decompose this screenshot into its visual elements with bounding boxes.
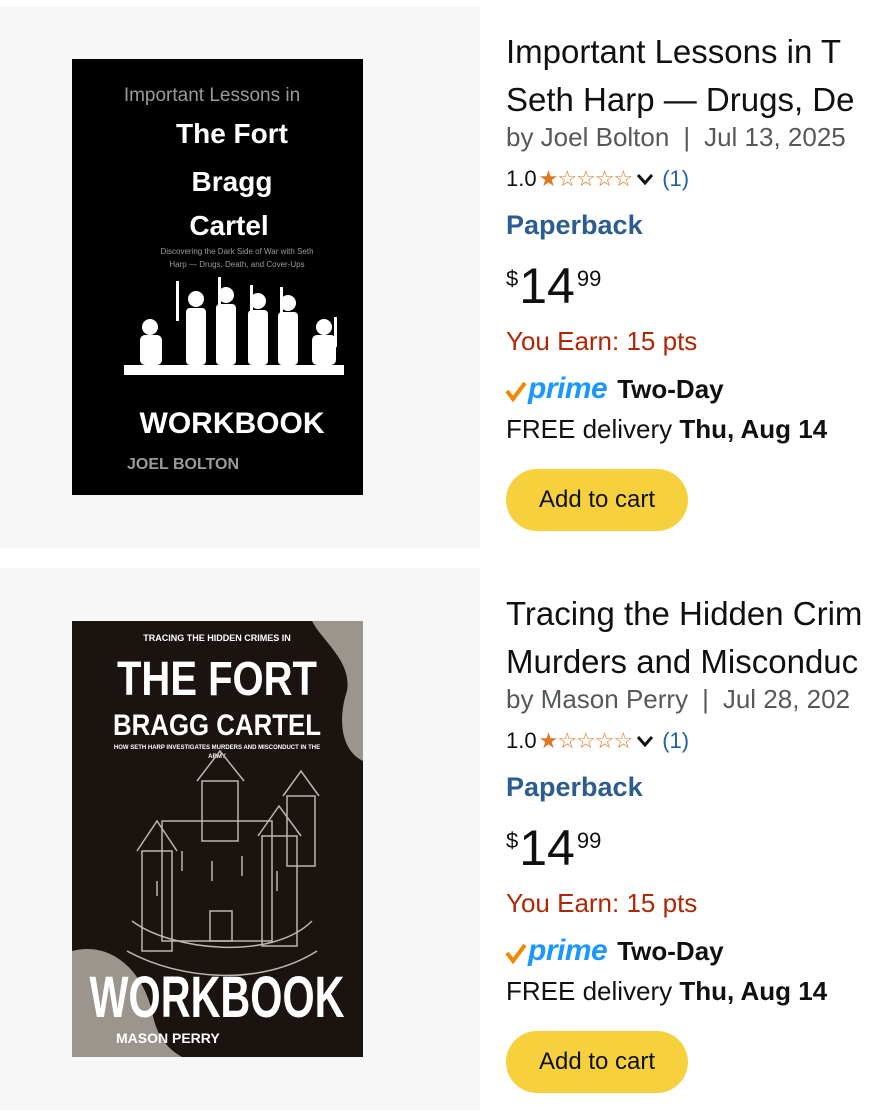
delivery-date: Thu, Aug 14 [679,414,828,444]
author-text: by Joel Bolton [506,122,670,152]
title-line-1[interactable]: Important Lessons in T [506,28,878,76]
rating-value: 1.0 [506,728,537,753]
product-info-pane: Important Lessons in T Seth Harp — Drugs… [480,6,878,548]
review-count-link[interactable]: (1) [662,166,689,192]
author-text: by Mason Perry [506,684,689,714]
chevron-down-icon[interactable] [634,168,656,190]
delivery-prefix: FREE delivery [506,976,673,1006]
star-rating-icon[interactable]: ★☆☆☆☆ [539,166,634,192]
prime-check-icon [505,943,527,965]
book-cover-image[interactable]: TRACING THE HIDDEN CRIMES IN THE FORT BR… [72,621,363,1057]
delivery-info: FREE delivery Thu, Aug 14 [506,976,827,1007]
product-card: Important Lessons in The Fort Bragg Cart… [0,6,878,548]
price-whole: 14 [519,258,575,314]
cover-top-line: TRACING THE HIDDEN CRIMES IN [143,633,291,643]
prime-logo: prime [528,934,608,967]
price-whole: 14 [519,820,575,876]
points-earned: You Earn: 15 pts [506,888,698,918]
product-info-pane: Tracing the Hidden Crim Murders and Misc… [480,568,878,1110]
prime-check-icon [505,381,527,403]
prime-logo: prime [528,372,608,405]
product-image-pane[interactable]: Important Lessons in The Fort Bragg Cart… [0,6,480,548]
cover-title-line-2: Bragg [192,166,273,197]
cover-subtitle-line-2: Harp — Drugs, Death, and Cover-Ups [169,260,304,269]
points-earned: You Earn: 15 pts [506,326,698,356]
byline: by Mason Perry | Jul 28, 202 [506,684,850,715]
price[interactable]: $ 14 99 [506,818,601,878]
rating-row[interactable]: 1.0 ★☆☆☆☆ (1) [506,166,689,192]
byline-separator: | [702,684,709,714]
price-fraction: 99 [576,828,602,853]
rating-row[interactable]: 1.0 ★☆☆☆☆ (1) [506,728,689,754]
title-line-2[interactable]: Seth Harp — Drugs, De [506,76,878,124]
cover-title-line-3: Cartel [189,210,268,241]
cover-author: JOEL BOLTON [127,456,239,473]
delivery-date: Thu, Aug 14 [679,976,828,1006]
cover-subtitle-line-1: HOW SETH HARP INVESTIGATES MURDERS AND M… [114,745,320,751]
product-title[interactable]: Important Lessons in T Seth Harp — Drugs… [506,28,878,124]
cover-workbook: WORKBOOK [90,965,345,1030]
delivery-prefix: FREE delivery [506,414,673,444]
cover-top-line: Important Lessons in [124,85,300,106]
cover-subtitle-line-1: Discovering the Dark Side of War with Se… [160,247,313,256]
chevron-down-icon[interactable] [634,730,656,752]
prime-badge: prime Two-Day [504,372,724,406]
delivery-info: FREE delivery Thu, Aug 14 [506,414,827,445]
publish-date: Jul 28, 202 [722,684,851,714]
prime-speed: Two-Day [617,373,724,404]
cover-title-line-1: THE FORT [117,653,317,706]
book-cover-image[interactable]: Important Lessons in The Fort Bragg Cart… [72,59,363,495]
prime-speed: Two-Day [617,935,724,966]
cover-title-line-1: The Fort [176,118,288,149]
review-count-link[interactable]: (1) [662,728,689,754]
title-line-1[interactable]: Tracing the Hidden Crim [506,590,878,638]
prime-badge: prime Two-Day [504,934,724,968]
add-to-cart-button[interactable]: Add to cart [506,1031,688,1093]
rating-value: 1.0 [506,166,537,191]
cover-workbook: WORKBOOK [140,407,325,440]
byline-separator: | [683,122,691,152]
format-link[interactable]: Paperback [506,772,643,803]
star-rating-icon[interactable]: ★☆☆☆☆ [539,728,634,754]
cover-title-line-2: BRAGG CARTEL [113,709,321,742]
price-fraction: 99 [576,266,602,291]
product-image-pane[interactable]: TRACING THE HIDDEN CRIMES IN THE FORT BR… [0,568,480,1110]
add-to-cart-button[interactable]: Add to cart [506,469,688,531]
price-symbol: $ [506,266,519,291]
price-symbol: $ [506,828,519,853]
price[interactable]: $ 14 99 [506,256,601,316]
product-card: TRACING THE HIDDEN CRIMES IN THE FORT BR… [0,568,878,1110]
publish-date: Jul 13, 2025 [704,122,846,152]
title-line-2[interactable]: Murders and Misconduc [506,638,878,686]
format-link[interactable]: Paperback [506,210,643,241]
byline: by Joel Bolton | Jul 13, 2025 [506,122,846,153]
cover-author: MASON PERRY [116,1030,220,1046]
product-title[interactable]: Tracing the Hidden Crim Murders and Misc… [506,590,878,686]
